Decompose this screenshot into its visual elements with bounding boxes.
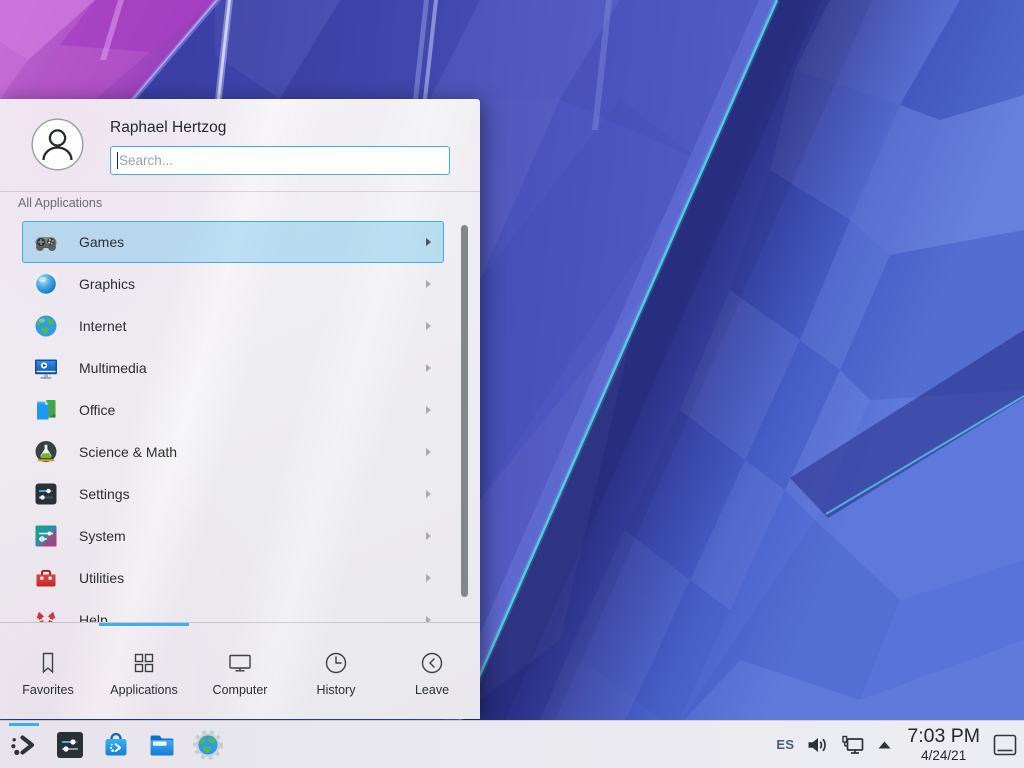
submenu-arrow-icon — [426, 448, 431, 456]
category-row-settings[interactable]: Settings — [22, 473, 444, 515]
category-label: System — [79, 528, 126, 544]
application-launcher-button[interactable] — [8, 729, 40, 761]
keyboard-layout-indicator[interactable]: ES — [776, 737, 794, 752]
help-arrows-icon — [33, 607, 59, 622]
science-flask-icon — [33, 439, 59, 465]
monitor-icon — [226, 649, 254, 677]
globe-icon — [33, 313, 59, 339]
tray-expander-arrow-icon[interactable] — [877, 740, 892, 750]
digital-clock[interactable]: 7:03 PM 4/24/21 — [907, 727, 980, 762]
system-settings-icon — [54, 729, 86, 761]
section-label: All Applications — [18, 196, 102, 210]
leave-circle-icon — [418, 649, 446, 677]
taskbar: ES 7:03 PM 4/24/21 — [0, 720, 1024, 768]
clock-time: 7:03 PM — [907, 727, 980, 747]
application-launcher-menu: Raphael Hertzog All Applications — [0, 99, 480, 719]
gamepad-icon — [33, 229, 59, 255]
category-label: Multimedia — [79, 360, 147, 376]
user-avatar-icon — [31, 118, 84, 171]
category-row-science[interactable]: Science & Math — [22, 431, 444, 473]
text-cursor — [117, 152, 118, 169]
user-name: Raphael Hertzog — [110, 119, 226, 137]
tab-history[interactable]: History — [288, 623, 384, 719]
header-separator — [0, 191, 480, 192]
graphics-sphere-icon — [33, 271, 59, 297]
tab-label: Applications — [110, 683, 177, 697]
scrollbar-handle[interactable] — [461, 225, 468, 597]
app-grid-icon — [130, 649, 158, 677]
category-row-office[interactable]: Office — [22, 389, 444, 431]
settings-sliders-icon — [33, 481, 59, 507]
search-field[interactable] — [110, 146, 450, 175]
taskbar-launchers — [8, 721, 224, 768]
category-label: Internet — [79, 318, 126, 334]
category-label: Science & Math — [79, 444, 177, 460]
submenu-arrow-icon — [426, 532, 431, 540]
desktop: Raphael Hertzog All Applications — [0, 0, 1024, 768]
category-row-games[interactable]: Games — [22, 221, 444, 263]
category-row-system[interactable]: System — [22, 515, 444, 557]
tab-applications[interactable]: Applications — [96, 623, 192, 719]
network-icon[interactable] — [840, 732, 866, 758]
toolbox-icon — [33, 565, 59, 591]
category-row-multimedia[interactable]: Multimedia — [22, 347, 444, 389]
tab-computer[interactable]: Computer — [192, 623, 288, 719]
file-manager-button[interactable] — [146, 729, 178, 761]
category-label: Help — [79, 612, 108, 622]
tab-favorites[interactable]: Favorites — [0, 623, 96, 719]
tab-bar: Favorites Applications Computer — [0, 622, 480, 719]
kickoff-launcher-icon — [8, 729, 40, 761]
tab-label: Computer — [213, 683, 268, 697]
submenu-arrow-icon — [426, 238, 431, 246]
category-label: Games — [79, 234, 124, 250]
multimedia-icon — [33, 355, 59, 381]
search-input[interactable] — [110, 146, 450, 175]
tab-label: Favorites — [22, 683, 73, 697]
discover-store-icon — [100, 729, 132, 761]
system-tray: ES 7:03 PM 4/24/21 — [776, 721, 1019, 768]
web-browser-button[interactable] — [192, 729, 224, 761]
clock-date: 4/24/21 — [921, 749, 966, 763]
show-desktop-button[interactable] — [991, 731, 1019, 759]
submenu-arrow-icon — [426, 574, 431, 582]
tab-label: History — [317, 683, 356, 697]
category-label: Settings — [79, 486, 130, 502]
submenu-arrow-icon — [426, 322, 431, 330]
system-settings-button[interactable] — [54, 729, 86, 761]
submenu-arrow-icon — [426, 406, 431, 414]
tab-leave[interactable]: Leave — [384, 623, 480, 719]
dolphin-file-manager-icon — [146, 729, 178, 761]
submenu-arrow-icon — [426, 364, 431, 372]
web-browser-globe-icon — [192, 729, 224, 761]
category-row-internet[interactable]: Internet — [22, 305, 444, 347]
category-label: Office — [79, 402, 115, 418]
discover-store-button[interactable] — [100, 729, 132, 761]
category-label: Utilities — [79, 570, 124, 586]
submenu-arrow-icon — [426, 490, 431, 498]
category-label: Graphics — [79, 276, 135, 292]
category-list: Games Graphics — [22, 221, 444, 622]
category-row-help[interactable]: Help — [22, 599, 444, 622]
category-row-utilities[interactable]: Utilities — [22, 557, 444, 599]
bookmark-icon — [34, 649, 62, 677]
tab-label: Leave — [415, 683, 449, 697]
office-documents-icon — [33, 397, 59, 423]
volume-icon[interactable] — [805, 733, 829, 757]
active-tab-indicator — [99, 623, 189, 626]
clock-icon — [322, 649, 350, 677]
system-sliders-icon — [33, 523, 59, 549]
category-row-graphics[interactable]: Graphics — [22, 263, 444, 305]
submenu-arrow-icon — [426, 280, 431, 288]
